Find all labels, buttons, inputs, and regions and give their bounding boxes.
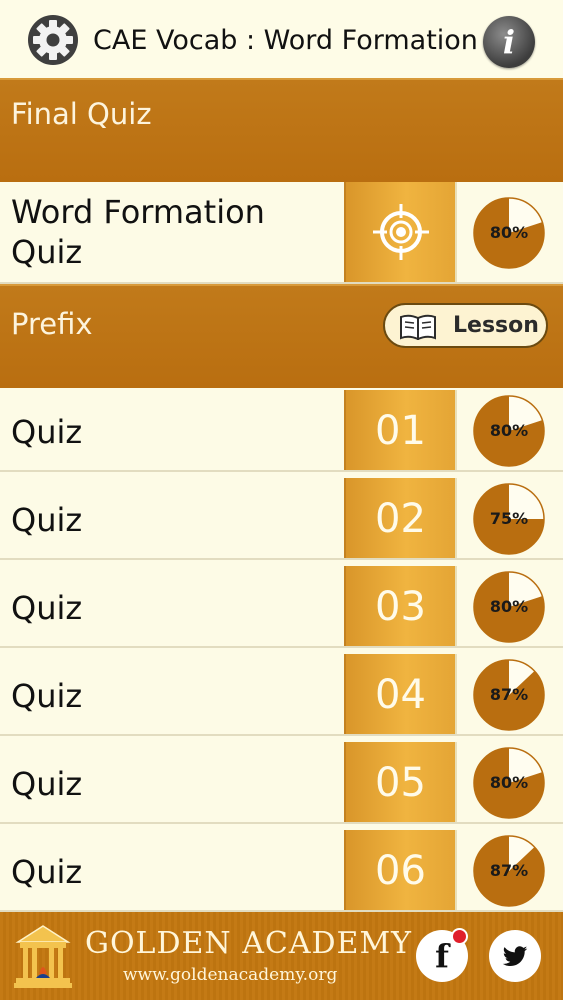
quiz-number[interactable]: 06: [344, 830, 455, 910]
target-icon: [373, 204, 429, 260]
score-label: 80%: [489, 421, 529, 440]
score-cell: 80%: [455, 566, 563, 646]
quiz-number[interactable]: 04: [344, 654, 455, 734]
score-cell: 75%: [455, 478, 563, 558]
quiz-number[interactable]: 05: [344, 742, 455, 822]
score-cell: 80%: [455, 742, 563, 822]
quiz-name: Quiz: [11, 853, 83, 891]
app-header: CAE Vocab : Word Formation i: [0, 0, 563, 80]
quiz-number[interactable]: 02: [344, 478, 455, 558]
quiz-number[interactable]: 03: [344, 566, 455, 646]
page-title: CAE Vocab : Word Formation: [93, 25, 478, 56]
info-icon[interactable]: i: [483, 16, 535, 68]
list-item-quiz[interactable]: Quiz 05 80%: [0, 742, 563, 824]
quiz-name: Quiz: [11, 677, 83, 715]
brand-url[interactable]: www.goldenacademy.org: [123, 964, 337, 986]
quiz-name: Quiz: [11, 501, 83, 539]
score-label: 80%: [489, 773, 529, 792]
lesson-button-label: Lesson: [453, 313, 539, 338]
quiz-name: Quiz: [11, 765, 83, 803]
twitter-icon[interactable]: [489, 930, 541, 982]
lesson-button[interactable]: Lesson: [383, 303, 548, 348]
section-title: Final Quiz: [11, 97, 152, 131]
notification-badge: [451, 928, 468, 945]
section-header-prefix: Prefix Lesson: [0, 284, 563, 388]
score-cell: 87%: [455, 654, 563, 734]
quiz-name: Quiz: [11, 589, 83, 627]
footer-banner: GOLDEN ACADEMY www.goldenacademy.org: [0, 912, 563, 1000]
target-cell[interactable]: [344, 182, 455, 282]
bird-icon: [502, 946, 528, 967]
book-icon: [400, 314, 436, 340]
list-item-word-formation-quiz[interactable]: Word Formation Quiz 80%: [0, 182, 563, 284]
list-item-quiz[interactable]: Quiz 04 87%: [0, 654, 563, 736]
gear-icon[interactable]: [27, 14, 79, 66]
quiz-name: Word Formation Quiz: [11, 193, 265, 271]
list-item-quiz[interactable]: Quiz 01 80%: [0, 390, 563, 472]
section-header-final-quiz: Final Quiz: [0, 78, 563, 182]
list-item-quiz[interactable]: Quiz 06 87%: [0, 830, 563, 912]
score-label: 80%: [489, 223, 529, 242]
brand-name: GOLDEN ACADEMY: [85, 926, 412, 961]
score-label: 75%: [489, 509, 529, 528]
list-item-quiz[interactable]: Quiz 02 75%: [0, 478, 563, 560]
quiz-number[interactable]: 01: [344, 390, 455, 470]
quiz-name: Quiz: [11, 413, 83, 451]
score-label: 87%: [489, 861, 529, 880]
score-cell: 80%: [455, 182, 563, 282]
score-cell: 87%: [455, 830, 563, 910]
list-item-quiz[interactable]: Quiz 03 80%: [0, 566, 563, 648]
section-title: Prefix: [11, 307, 93, 341]
score-label: 87%: [489, 685, 529, 704]
score-label: 80%: [489, 597, 529, 616]
score-cell: 80%: [455, 390, 563, 470]
golden-academy-logo: [14, 925, 72, 988]
